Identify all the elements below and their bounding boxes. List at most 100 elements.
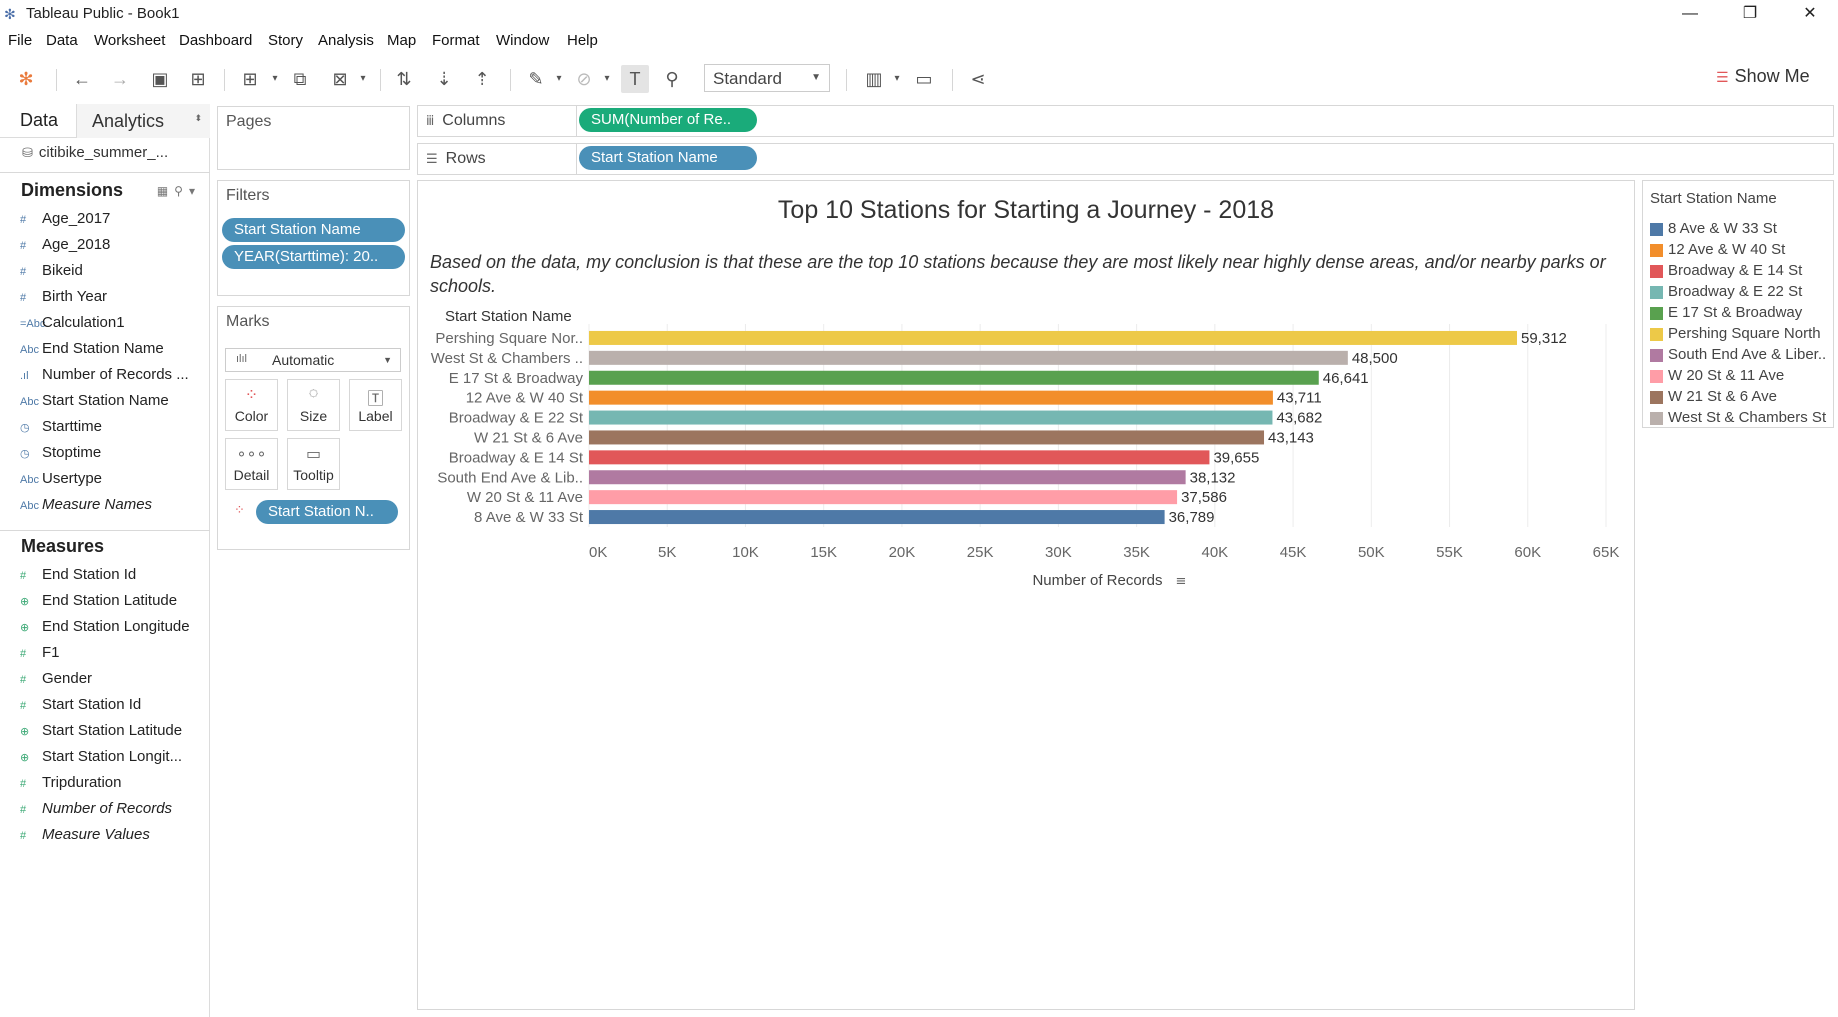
menu-data[interactable]: Data: [46, 32, 78, 49]
menu-format[interactable]: Format: [432, 32, 480, 49]
color-legend[interactable]: Start Station Name 8 Ave & W 33 St 12 Ave…: [1642, 180, 1834, 428]
measure-field[interactable]: # Gender: [20, 670, 210, 692]
marks-color-button[interactable]: ⁘ Color: [225, 379, 278, 431]
measure-field[interactable]: ⊕ End Station Longitude: [20, 618, 210, 640]
undo-icon[interactable]: ←: [68, 65, 96, 93]
minimize-icon[interactable]: —: [1662, 0, 1718, 28]
filter-pill-year[interactable]: YEAR(Starttime): 20..: [222, 245, 405, 269]
show-me-button[interactable]: ☰ Show Me: [1716, 66, 1810, 87]
tableau-home-icon[interactable]: ✻: [12, 65, 40, 93]
bar[interactable]: [589, 470, 1186, 485]
highlight-icon[interactable]: ✎: [522, 65, 550, 93]
measure-field[interactable]: ⊕ Start Station Longit...: [20, 748, 210, 770]
bar[interactable]: [589, 410, 1273, 425]
group-caret-icon[interactable]: ▾: [602, 65, 612, 93]
close-icon[interactable]: ✕: [1782, 0, 1838, 28]
bar[interactable]: [589, 430, 1265, 445]
clear-sheet-icon[interactable]: ⊠: [326, 65, 354, 93]
category-label: Pershing Square Nor..: [435, 330, 583, 347]
clear-sheet-caret-icon[interactable]: ▾: [358, 65, 368, 93]
sort-ascending-icon[interactable]: ⇣: [430, 65, 458, 93]
legend-item[interactable]: Pershing Square North: [1650, 324, 1834, 344]
bar-chart[interactable]: Start Station Name Pershing Square Nor.. 5…: [417, 300, 1633, 590]
pages-shelf[interactable]: Pages: [217, 106, 410, 170]
show-cards-icon[interactable]: ▥: [860, 65, 888, 93]
dimension-field[interactable]: .ıl Number of Records ...: [20, 366, 210, 388]
dimensions-tools[interactable]: ▦⚲▾: [157, 184, 201, 198]
dimension-field[interactable]: Abc End Station Name: [20, 340, 210, 362]
new-worksheet-caret-icon[interactable]: ▾: [270, 65, 280, 93]
measure-field[interactable]: ⊕ Start Station Latitude: [20, 722, 210, 744]
dimension-field[interactable]: ◷ Stoptime: [20, 444, 210, 466]
show-cards-caret-icon[interactable]: ▾: [892, 65, 902, 93]
duplicate-sheet-icon[interactable]: ⧉: [286, 65, 314, 93]
menu-story[interactable]: Story: [268, 32, 303, 49]
dimension-field[interactable]: # Age_2017: [20, 210, 210, 232]
measure-field[interactable]: ⊕ End Station Latitude: [20, 592, 210, 614]
measure-field[interactable]: # Measure Values: [20, 826, 210, 848]
menu-help[interactable]: Help: [567, 32, 598, 49]
measure-field[interactable]: # Number of Records: [20, 800, 210, 822]
legend-item[interactable]: W 21 St & 6 Ave: [1650, 387, 1834, 407]
sort-descending-icon[interactable]: ⇡: [468, 65, 496, 93]
columns-pill[interactable]: SUM(Number of Re..: [579, 108, 757, 132]
dimension-field[interactable]: Abc Usertype: [20, 470, 210, 492]
legend-item[interactable]: E 17 St & Broadway: [1650, 303, 1834, 323]
marks-tooltip-button[interactable]: ▭ Tooltip: [287, 438, 340, 490]
legend-item[interactable]: 8 Ave & W 33 St: [1650, 219, 1834, 239]
menu-worksheet[interactable]: Worksheet: [94, 32, 165, 49]
share-icon[interactable]: ⋖: [964, 65, 992, 93]
bar[interactable]: [589, 390, 1273, 405]
group-members-icon[interactable]: ⊘: [570, 65, 598, 93]
show-mark-labels-icon[interactable]: T: [621, 65, 649, 93]
dimension-field[interactable]: Abc Measure Names: [20, 496, 210, 518]
data-source[interactable]: ⛁ citibike_summer_...: [22, 144, 168, 161]
menu-dashboard[interactable]: Dashboard: [179, 32, 252, 49]
menu-file[interactable]: File: [8, 32, 32, 49]
legend-item[interactable]: W 20 St & 11 Ave: [1650, 366, 1834, 386]
bar[interactable]: [589, 370, 1319, 385]
tab-analytics[interactable]: Analytics ⬍: [77, 104, 210, 138]
swap-rows-columns-icon[interactable]: ⇅: [390, 65, 418, 93]
bar[interactable]: [589, 510, 1165, 525]
mark-type-dropdown[interactable]: ılıl Automatic ▼: [225, 348, 401, 372]
fix-axes-icon[interactable]: ⚲: [658, 65, 686, 93]
marks-detail-button[interactable]: ∘∘∘ Detail: [225, 438, 278, 490]
marks-label-button[interactable]: 🅃 Label: [349, 379, 402, 431]
new-data-source-icon[interactable]: ⊞: [184, 65, 212, 93]
presentation-mode-icon[interactable]: ▭: [910, 65, 938, 93]
dimension-field[interactable]: # Birth Year: [20, 288, 210, 310]
dimension-field[interactable]: # Age_2018: [20, 236, 210, 258]
legend-item[interactable]: 12 Ave & W 40 St: [1650, 240, 1834, 260]
bar[interactable]: [589, 490, 1178, 505]
dimension-field[interactable]: ◷ Starttime: [20, 418, 210, 440]
measure-field[interactable]: # Tripduration: [20, 774, 210, 796]
measure-field[interactable]: # F1: [20, 644, 210, 666]
legend-item[interactable]: South End Ave & Liber..: [1650, 345, 1834, 365]
marks-size-button[interactable]: ◌ Size: [287, 379, 340, 431]
menu-window[interactable]: Window: [496, 32, 549, 49]
rows-pill[interactable]: Start Station Name: [579, 146, 757, 170]
tab-data[interactable]: Data: [0, 104, 77, 138]
filter-pill-start-station[interactable]: Start Station Name: [222, 218, 405, 242]
menu-analysis[interactable]: Analysis: [318, 32, 374, 49]
measure-field[interactable]: # Start Station Id: [20, 696, 210, 718]
redo-icon[interactable]: →: [106, 65, 134, 93]
restore-icon[interactable]: ❐: [1722, 0, 1778, 28]
menu-map[interactable]: Map: [387, 32, 416, 49]
bar[interactable]: [589, 450, 1210, 465]
save-icon[interactable]: ▣: [146, 65, 174, 93]
measure-field[interactable]: # End Station Id: [20, 566, 210, 588]
bar[interactable]: [589, 330, 1518, 345]
new-worksheet-icon[interactable]: ⊞: [236, 65, 264, 93]
legend-item[interactable]: Broadway & E 14 St: [1650, 261, 1834, 281]
bar[interactable]: [589, 350, 1348, 365]
dimension-field[interactable]: # Bikeid: [20, 262, 210, 284]
dimension-field[interactable]: Abc Start Station Name: [20, 392, 210, 414]
dimension-field[interactable]: =AbcCalculation1: [20, 314, 210, 336]
highlight-caret-icon[interactable]: ▾: [554, 65, 564, 93]
color-pill-start-station[interactable]: Start Station N..: [256, 500, 398, 524]
legend-item[interactable]: West St & Chambers St: [1650, 408, 1834, 428]
legend-item[interactable]: Broadway & E 22 St: [1650, 282, 1834, 302]
fit-dropdown[interactable]: Standard ▼: [704, 64, 830, 92]
